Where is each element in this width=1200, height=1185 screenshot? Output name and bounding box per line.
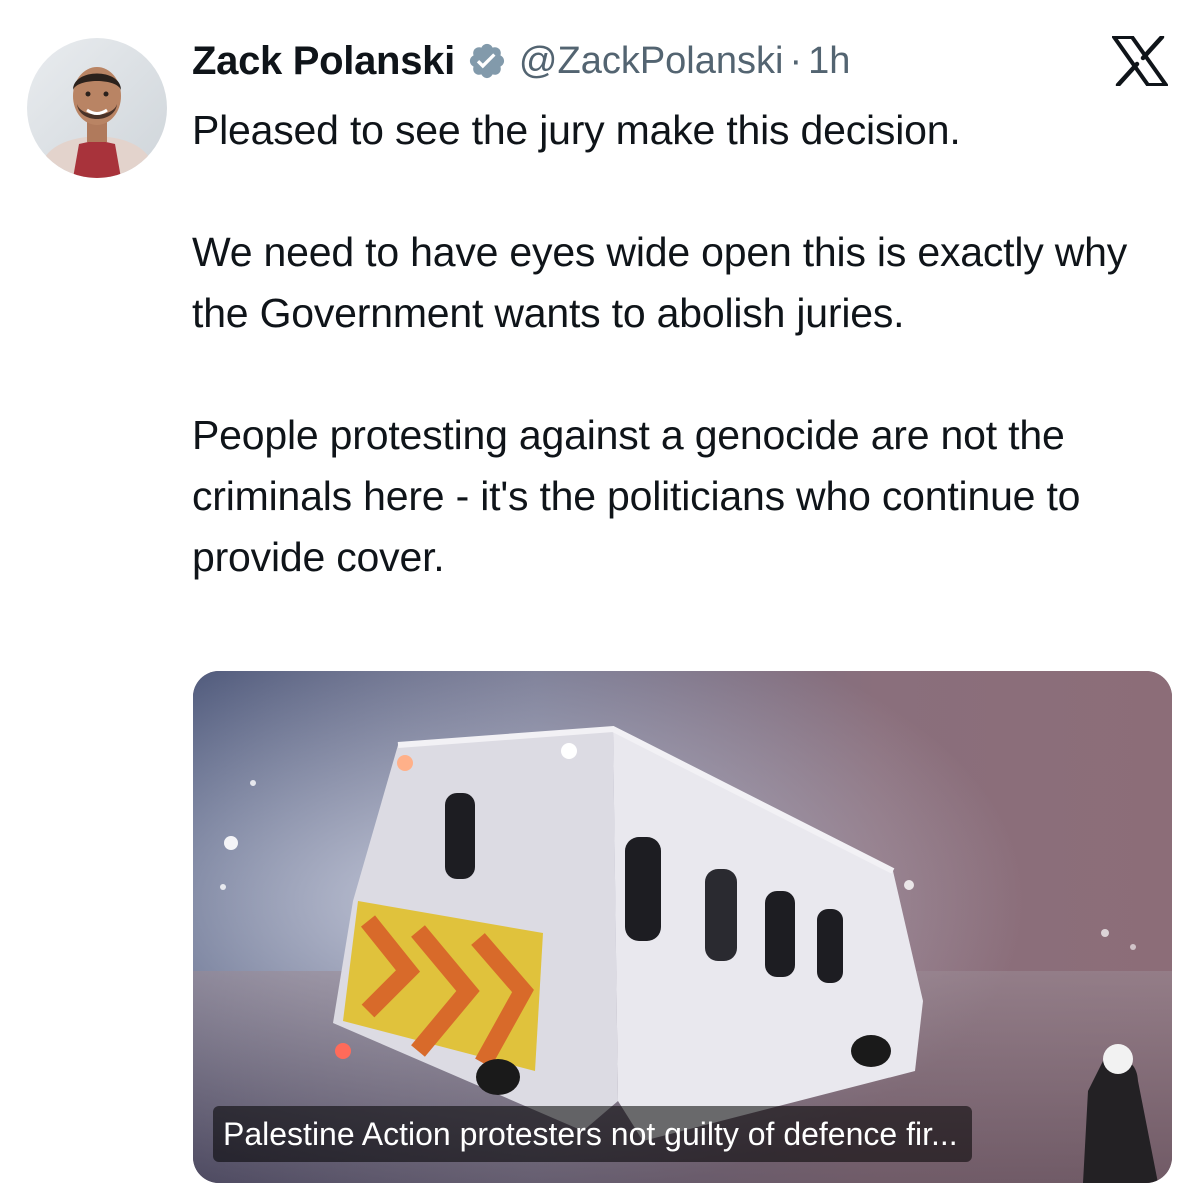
tweet-text: Pleased to see the jury make this decisi… <box>192 100 1182 588</box>
media-caption-text: Palestine Action protesters not guilty o… <box>223 1115 958 1152</box>
tweet-paragraph: We need to have eyes wide open this is e… <box>192 229 1128 336</box>
separator-dot: · <box>789 39 803 82</box>
avatar[interactable] <box>27 38 167 178</box>
verified-badge-icon <box>467 41 507 81</box>
author-display-name[interactable]: Zack Polanski <box>192 39 455 84</box>
tweet-paragraph: Pleased to see the jury make this decisi… <box>192 107 961 153</box>
author-handle[interactable]: @ZackPolanski <box>519 40 784 83</box>
x-logo-icon <box>1112 34 1168 88</box>
tweet-timestamp[interactable]: 1h <box>808 40 850 83</box>
media-caption: Palestine Action protesters not guilty o… <box>213 1106 972 1162</box>
tweet-header: Zack Polanski @ZackPolanski · 1h <box>192 33 850 89</box>
tweet-paragraph: People protesting against a genocide are… <box>192 412 1081 580</box>
